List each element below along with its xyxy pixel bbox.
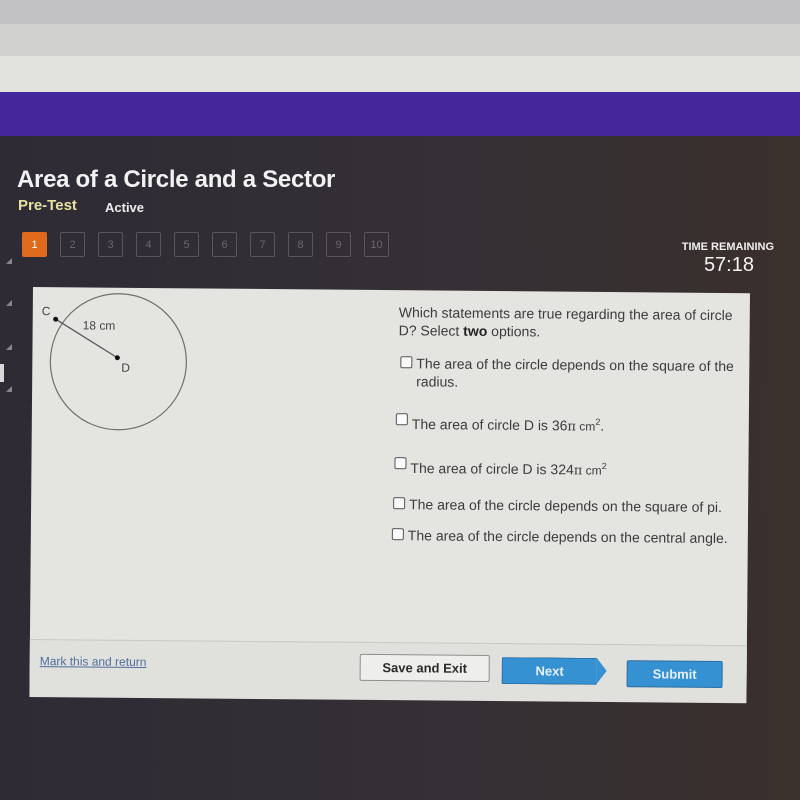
time-remaining-label: TIME REMAINING [681,241,774,253]
question-button-1[interactable]: 1 [22,232,47,257]
point-c-dot [53,316,59,322]
option-label: The area of the circle depends on the sq… [409,496,723,516]
question-button-7[interactable]: 7 [250,232,275,257]
checkbox[interactable] [393,497,406,510]
option-label: The area of circle D is 324π cm2 [410,459,607,479]
point-d-dot [114,355,120,361]
corner-mark-icon [6,258,12,264]
question-button-6[interactable]: 6 [212,232,237,257]
checkbox[interactable] [391,528,404,541]
question-button-9[interactable]: 9 [326,232,351,257]
question-text-part: Which statements are true regarding the … [398,304,733,339]
time-remaining-value: 57:18 [703,254,754,276]
circle-outline [49,293,187,431]
save-and-exit-button[interactable]: Save and Exit [359,653,490,682]
test-mode-label: Pre-Test [18,197,77,214]
option-label: The area of the circle depends on the sq… [416,355,734,390]
question-button-4[interactable]: 4 [136,232,161,257]
point-c-label: C [42,304,51,318]
option-label: The area of circle D is 36π cm2. [411,415,605,435]
browser-chrome [0,0,800,92]
next-arrow-icon[interactable] [596,657,607,685]
page-title: Area of a Circle and a Sector [17,166,336,193]
side-tab[interactable] [0,364,4,382]
question-button-8[interactable]: 8 [288,232,313,257]
question-button-2[interactable]: 2 [60,232,85,257]
option-3[interactable]: The area of circle D is 324π cm2 [394,455,735,482]
circle-diagram: C D 18 cm [42,293,187,431]
question-button-5[interactable]: 5 [174,232,199,257]
next-button[interactable]: Next [501,657,597,685]
question-panel: C D 18 cm Which statements are true rega… [29,287,750,704]
question-navigation: 1 2 3 4 5 6 7 8 9 10 [22,232,389,257]
checkbox[interactable] [394,457,407,470]
status-label: Active [105,200,145,215]
question-button-10[interactable]: 10 [364,232,389,257]
option-5[interactable]: The area of the circle depends on the ce… [391,526,733,547]
corner-mark-icon [6,386,12,392]
checkbox[interactable] [395,413,408,426]
answer-options: The area of the circle depends on the sq… [391,354,745,546]
option-1[interactable]: The area of the circle depends on the sq… [400,354,741,393]
option-2[interactable]: The area of circle D is 36π cm2. [395,411,737,438]
submit-button[interactable]: Submit [626,660,723,689]
question-text: Which statements are true regarding the … [399,303,749,342]
radius-label: 18 cm [83,318,116,332]
option-4[interactable]: The area of the circle depends on the sq… [393,495,734,516]
option-label: The area of the circle depends on the ce… [407,527,728,547]
corner-mark-icon [6,344,12,350]
question-emphasis: two [463,322,488,339]
top-banner [0,92,800,136]
question-text-part: options. [487,322,541,340]
corner-mark-icon [6,300,12,306]
mark-and-return-link[interactable]: Mark this and return [40,654,147,669]
checkbox[interactable] [400,356,413,369]
point-d-label: D [121,361,130,375]
question-button-3[interactable]: 3 [98,232,123,257]
